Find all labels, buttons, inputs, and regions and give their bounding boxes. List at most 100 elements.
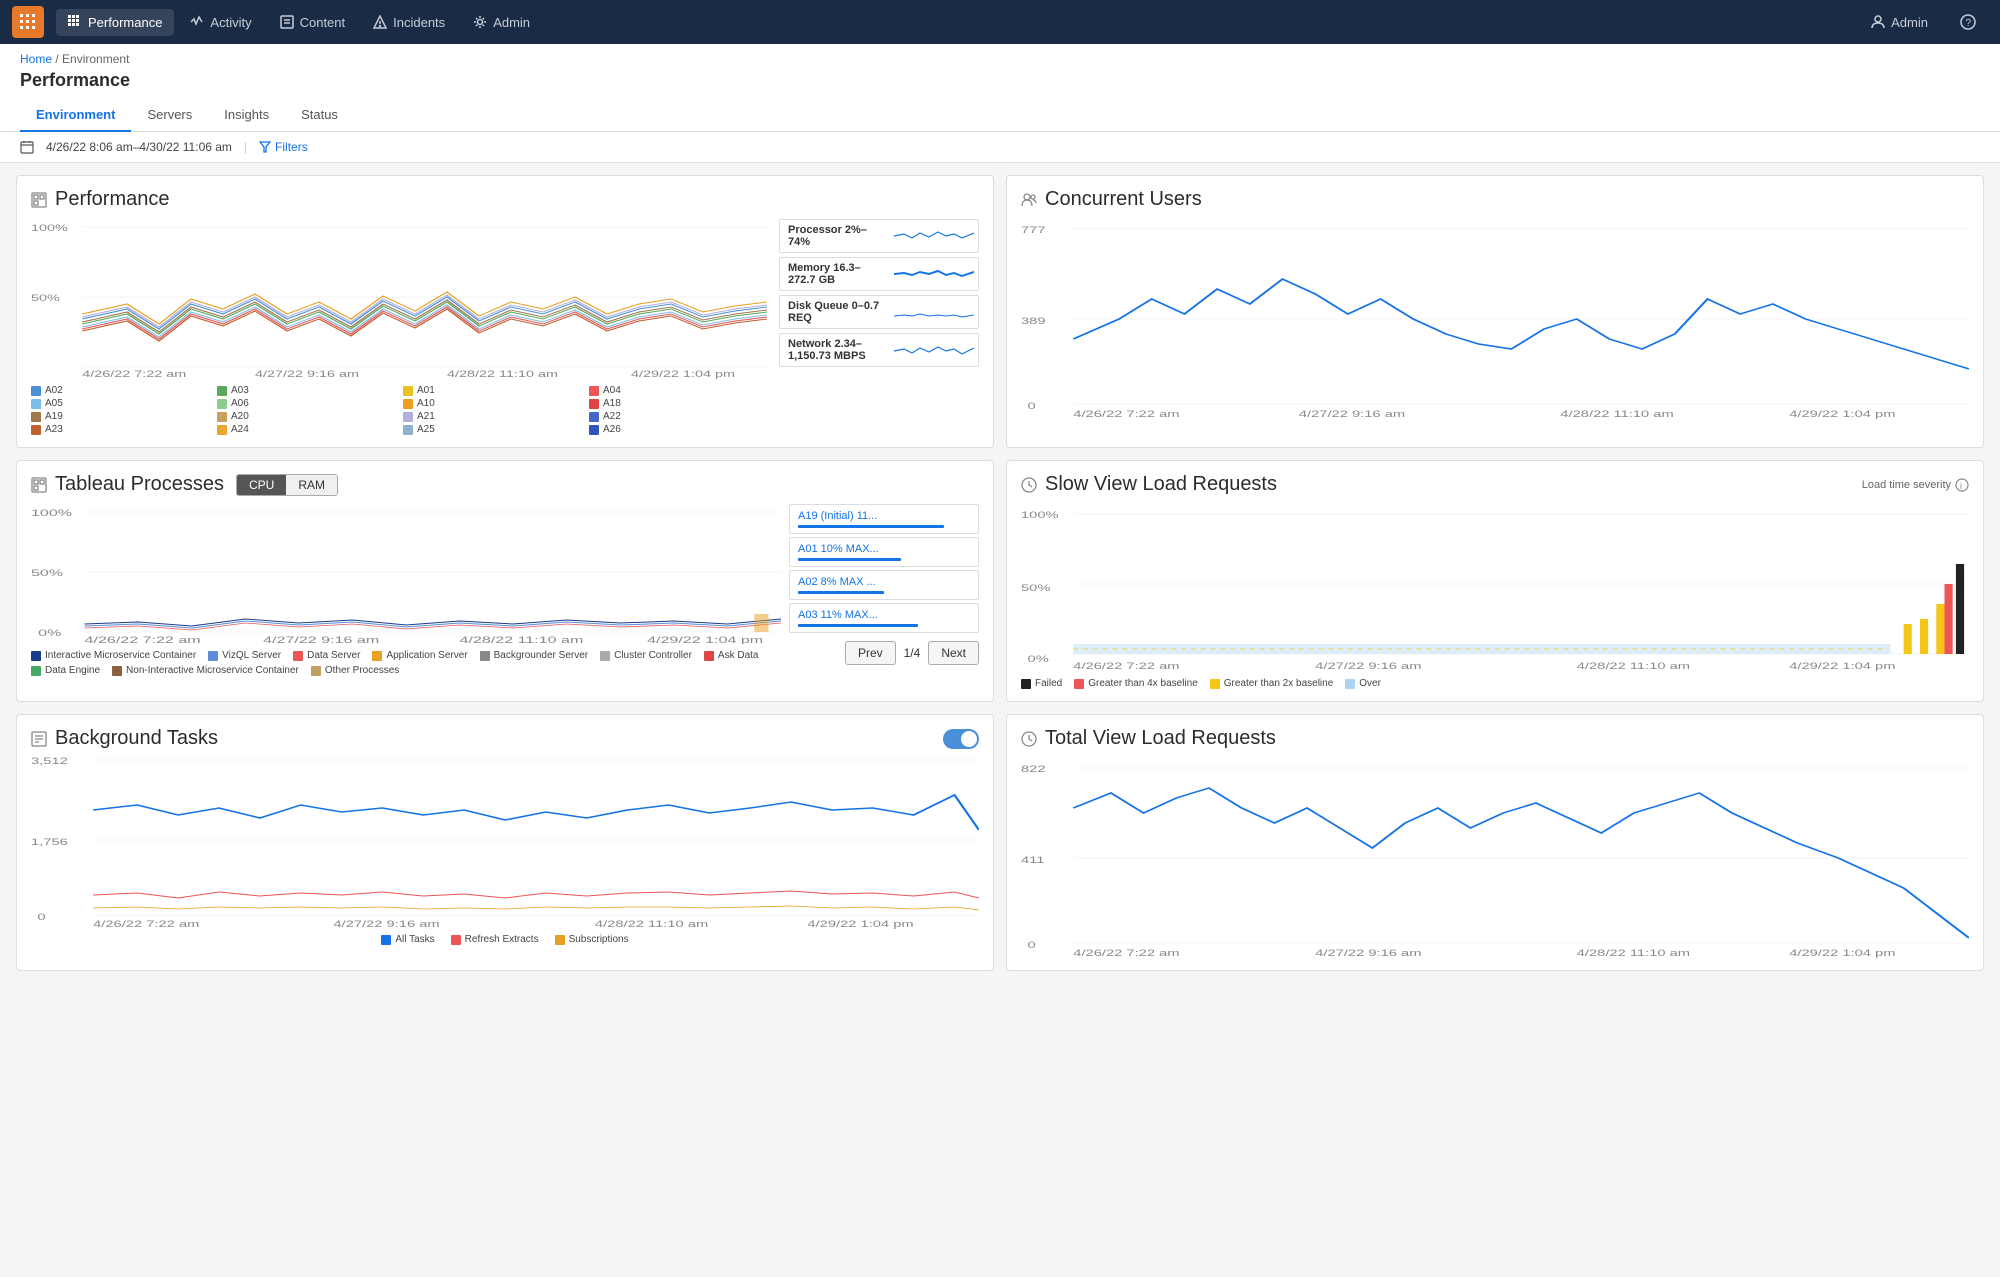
metric-disk-queue: Disk Queue 0–0.7 REQ (779, 295, 979, 329)
legend-other-processes: Other Processes (311, 665, 399, 676)
background-tasks-legend: All Tasks Refresh Extracts Subscriptions (31, 934, 979, 945)
legend-a18: A18 (589, 398, 767, 409)
top-navigation: Performance Activity Content Incidents A… (0, 0, 2000, 44)
tab-environment[interactable]: Environment (20, 99, 131, 132)
nav-content[interactable]: Content (268, 9, 358, 36)
page-header: Home / Environment Performance Environme… (0, 44, 2000, 132)
calendar-icon (20, 140, 34, 154)
svg-text:4/29/22 1:04 pm: 4/29/22 1:04 pm (631, 369, 735, 379)
nav-user[interactable]: Admin (1859, 9, 1940, 36)
svg-text:0%: 0% (38, 628, 62, 638)
pagination: Prev 1/4 Next (789, 641, 979, 665)
svg-text:4/26/22 7:22 am: 4/26/22 7:22 am (82, 369, 186, 379)
prev-button[interactable]: Prev (845, 641, 896, 665)
svg-text:777: 777 (1021, 225, 1046, 235)
legend-a24: A24 (217, 424, 395, 435)
filter-bar: 4/26/22 8:06 am–4/30/22 11:06 am | Filte… (0, 132, 2000, 163)
svg-text:4/29/22 1:04 pm: 4/29/22 1:04 pm (1789, 409, 1895, 419)
breadcrumb-home[interactable]: Home (20, 52, 52, 66)
svg-text:4/28/22 11:10 am: 4/28/22 11:10 am (1577, 948, 1690, 958)
svg-text:100%: 100% (1021, 510, 1059, 520)
svg-text:0%: 0% (1028, 654, 1049, 664)
svg-text:4/28/22 11:10 am: 4/28/22 11:10 am (1577, 661, 1690, 671)
legend-vizql: VizQL Server (208, 650, 281, 661)
tableau-processes-list: A19 (Initial) 11... A01 10% MAX... A02 8… (789, 504, 979, 676)
nav-incidents[interactable]: Incidents (361, 9, 457, 36)
concurrent-users-panel: Concurrent Users 777 389 0 4/26/22 7:22 … (1006, 175, 1984, 448)
nav-activity[interactable]: Activity (178, 9, 263, 36)
performance-panel: Performance 100% 50% (16, 175, 994, 448)
performance-panel-title: Performance (31, 188, 979, 211)
nav-right: Admin ? (1859, 8, 1988, 36)
svg-text:4/27/22 9:16 am: 4/27/22 9:16 am (333, 919, 439, 929)
tableau-processes-title: Tableau Processes (31, 473, 224, 496)
tab-insights[interactable]: Insights (208, 99, 285, 132)
background-tasks-chart: 3,512 1,756 0 4/26/22 7:22 am 4/27/22 9:… (31, 750, 979, 930)
svg-text:4/27/22 9:16 am: 4/27/22 9:16 am (263, 635, 379, 644)
legend-4x-baseline: Greater than 4x baseline (1074, 678, 1198, 689)
svg-text:4/28/22 11:10 am: 4/28/22 11:10 am (447, 369, 558, 379)
legend-a21: A21 (403, 411, 581, 422)
cpu-button[interactable]: CPU (237, 475, 286, 495)
svg-text:4/27/22 9:16 am: 4/27/22 9:16 am (255, 369, 359, 379)
slow-view-chart: 100% 50% 0% 4/26/22 7:22 am 4/27/22 9:16… (1021, 504, 1969, 674)
cpu-ram-toggle: CPU RAM (236, 474, 338, 496)
legend-over: Over (1345, 678, 1381, 689)
app-logo (12, 6, 44, 38)
slow-view-legend: Failed Greater than 4x baseline Greater … (1021, 678, 1969, 689)
tab-status[interactable]: Status (285, 99, 354, 132)
nav-performance[interactable]: Performance (56, 9, 174, 36)
svg-text:4/26/22 7:22 am: 4/26/22 7:22 am (93, 919, 199, 929)
total-view-panel: Total View Load Requests 822 411 0 4/26/… (1006, 714, 1984, 971)
svg-text:50%: 50% (31, 293, 60, 303)
svg-text:4/27/22 9:16 am: 4/27/22 9:16 am (1315, 948, 1421, 958)
tasks-icon (31, 731, 47, 747)
legend-ask-data: Ask Data (704, 650, 759, 661)
page-indicator: 1/4 (904, 646, 921, 660)
total-view-title: Total View Load Requests (1021, 727, 1969, 750)
info-icon: i (1955, 478, 1969, 492)
tableau-processes-panel: Tableau Processes CPU RAM 100% 50% 0% (16, 460, 994, 702)
process-server-a02[interactable]: A02 8% MAX ... (789, 570, 979, 600)
filters-button[interactable]: Filters (259, 140, 308, 154)
svg-text:4/26/22 7:22 am: 4/26/22 7:22 am (1073, 661, 1179, 671)
performance-chart: 100% 50% 4/26/22 7:22 am 4/27/22 9:16 (31, 219, 767, 379)
svg-text:822: 822 (1021, 764, 1046, 774)
svg-text:0: 0 (1028, 940, 1036, 950)
performance-panel-icon (31, 192, 47, 208)
svg-text:0: 0 (1028, 401, 1036, 411)
process-server-a19[interactable]: A19 (Initial) 11... (789, 504, 979, 534)
nav-help[interactable]: ? (1948, 8, 1988, 36)
ram-button[interactable]: RAM (286, 475, 337, 495)
slow-view-icon (1021, 477, 1037, 493)
process-server-a01[interactable]: A01 10% MAX... (789, 537, 979, 567)
legend-failed: Failed (1021, 678, 1062, 689)
process-server-a03[interactable]: A03 11% MAX... (789, 603, 979, 633)
svg-text:50%: 50% (31, 568, 64, 578)
slow-view-panel: Slow View Load Requests Load time severi… (1006, 460, 1984, 702)
svg-text:4/29/22 1:04 pm: 4/29/22 1:04 pm (1789, 661, 1895, 671)
concurrent-users-chart: 777 389 0 4/26/22 7:22 am 4/27/22 9:16 a… (1021, 219, 1969, 419)
main-content: Performance 100% 50% (0, 163, 2000, 983)
legend-subscriptions: Subscriptions (555, 934, 629, 945)
nav-admin[interactable]: Admin (461, 9, 542, 36)
legend-a19: A19 (31, 411, 209, 422)
page-title: Performance (20, 70, 1980, 91)
background-tasks-toggle[interactable] (943, 729, 979, 749)
svg-text:411: 411 (1021, 855, 1045, 865)
legend-noninteractive-ms: Non-Interactive Microservice Container (112, 665, 299, 676)
svg-text:3,512: 3,512 (31, 756, 68, 766)
svg-text:100%: 100% (31, 223, 68, 233)
legend-a25: A25 (403, 424, 581, 435)
breadcrumb: Home / Environment (20, 52, 1980, 66)
svg-text:4/26/22 7:22 am: 4/26/22 7:22 am (85, 635, 201, 644)
next-button[interactable]: Next (928, 641, 979, 665)
legend-backgrounder: Backgrounder Server (480, 650, 589, 661)
tab-servers[interactable]: Servers (131, 99, 208, 132)
legend-a23: A23 (31, 424, 209, 435)
svg-text:1,756: 1,756 (31, 837, 68, 847)
legend-a06: A06 (217, 398, 395, 409)
legend-app-server: Application Server (372, 650, 467, 661)
svg-text:4/29/22 1:04 pm: 4/29/22 1:04 pm (807, 919, 913, 929)
legend-data-server: Data Server (293, 650, 360, 661)
